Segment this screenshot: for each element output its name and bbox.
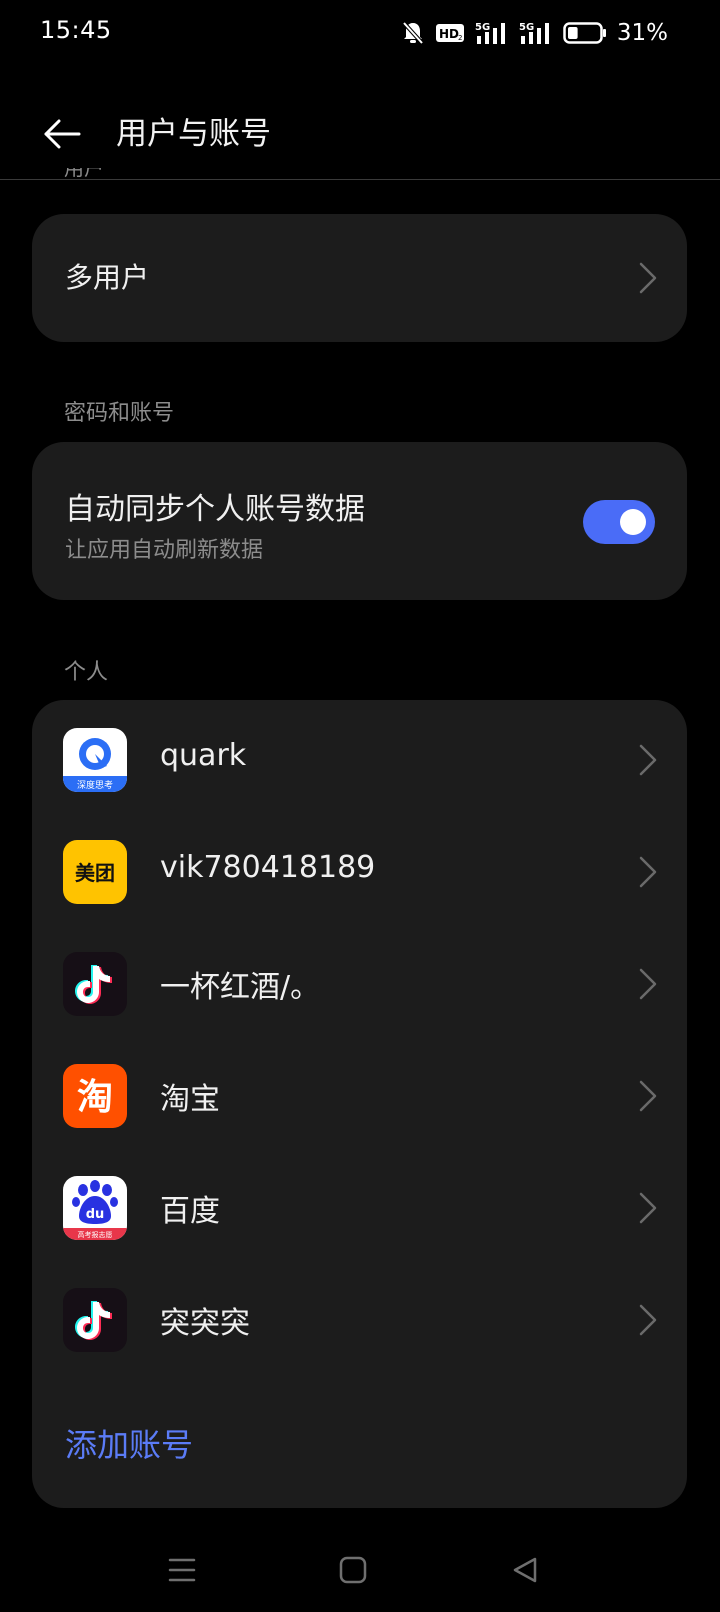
svg-text:du: du [86, 1207, 105, 1222]
svg-text:深度思考: 深度思考 [77, 779, 113, 791]
account-row-taobao[interactable]: 淘 淘宝 [32, 1036, 687, 1148]
douyin-icon [63, 1288, 127, 1352]
battery-icon [563, 22, 606, 44]
svg-text:5G: 5G [519, 22, 534, 33]
back-button[interactable] [40, 112, 84, 156]
section-header-personal: 个人 [64, 660, 109, 685]
status-time: 15:45 [40, 16, 112, 44]
signal-5g-icon: 5G [475, 22, 505, 44]
add-account-button[interactable]: 添加账号 [65, 1420, 193, 1466]
account-name: vik780418189 [160, 850, 376, 885]
battery-percent: 31% [616, 20, 668, 46]
hd-icon: HD 2 [435, 24, 464, 42]
chevron-right-icon [639, 968, 657, 1000]
svg-text:2: 2 [458, 34, 462, 42]
svg-text:5G: 5G [475, 22, 490, 33]
system-back-button[interactable] [505, 1550, 545, 1590]
account-name: 淘宝 [160, 1082, 220, 1117]
menu-icon [168, 1558, 196, 1582]
account-name: 突突突 [160, 1306, 250, 1341]
accounts-card: 深度思考 quark 美团 vik780418189 一杯红酒/。 淘 淘宝 d… [32, 700, 687, 1508]
baidu-icon: du 高考报志愿 [63, 1176, 127, 1240]
bell-off-icon [402, 21, 424, 45]
home-square-icon [339, 1556, 367, 1584]
status-bar: 15:45 HD 2 5G 5G 31% [0, 0, 720, 66]
app-bar: 用户与账号 [0, 88, 720, 180]
svg-text:HD: HD [439, 27, 459, 41]
chevron-right-icon [639, 1192, 657, 1224]
chevron-right-icon [639, 744, 657, 776]
quark-icon: 深度思考 [63, 728, 127, 792]
chevron-right-icon [639, 1080, 657, 1112]
account-row-baidu[interactable]: du 高考报志愿 百度 [32, 1148, 687, 1260]
svg-text:淘: 淘 [77, 1077, 113, 1118]
chevron-right-icon [639, 856, 657, 888]
svg-text:美团: 美团 [75, 861, 115, 885]
signal-5g-icon: 5G [519, 22, 549, 44]
meituan-icon: 美团 [63, 840, 127, 904]
section-header-password-accounts: 密码和账号 [64, 401, 175, 426]
home-button[interactable] [333, 1550, 373, 1590]
back-triangle-icon [513, 1557, 537, 1583]
arrow-left-icon [44, 119, 81, 149]
account-name: quark [160, 738, 247, 773]
status-icons: HD 2 5G 5G 31% [401, 18, 668, 48]
taobao-icon: 淘 [63, 1064, 127, 1128]
recent-apps-button[interactable] [162, 1550, 202, 1590]
toggle-knob [620, 509, 646, 535]
account-row-meituan[interactable]: 美团 vik780418189 [32, 812, 687, 924]
account-row-quark[interactable]: 深度思考 quark [32, 700, 687, 812]
svg-text:高考报志愿: 高考报志愿 [78, 1230, 113, 1239]
account-row-douyin-2[interactable]: 突突突 [32, 1260, 687, 1372]
auto-sync-subtitle: 让应用自动刷新数据 [65, 538, 264, 563]
system-nav-bar [0, 1530, 720, 1612]
account-name: 百度 [160, 1194, 220, 1229]
section-header-users: 用户 [64, 168, 104, 180]
multi-user-item[interactable]: 多用户 [32, 214, 687, 342]
account-name: 一杯红酒/。 [160, 970, 321, 1005]
auto-sync-toggle[interactable] [583, 500, 655, 544]
multi-user-label: 多用户 [65, 261, 150, 294]
chevron-right-icon [639, 1304, 657, 1336]
account-row-douyin-1[interactable]: 一杯红酒/。 [32, 924, 687, 1036]
auto-sync-item[interactable]: 自动同步个人账号数据 让应用自动刷新数据 [32, 442, 687, 600]
douyin-icon [63, 952, 127, 1016]
auto-sync-title: 自动同步个人账号数据 [65, 492, 365, 527]
chevron-right-icon [639, 262, 657, 294]
page-title: 用户与账号 [116, 116, 271, 152]
